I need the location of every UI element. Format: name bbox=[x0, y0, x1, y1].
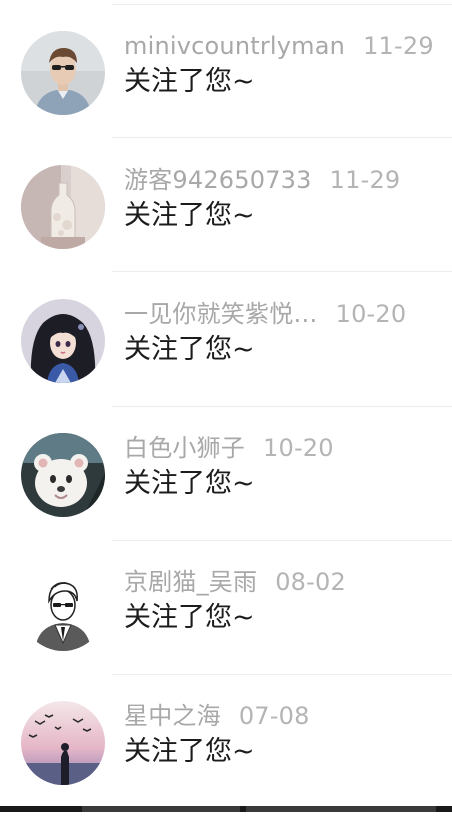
notification-item[interactable]: 白色小狮子 10-20 关注了您~ bbox=[0, 433, 452, 567]
notification-date: 11-29 bbox=[363, 32, 434, 60]
notification-meta: minivcountrlyman 11-29 bbox=[124, 31, 434, 61]
username[interactable]: 游客942650733 bbox=[124, 166, 312, 194]
notification-message: 关注了您~ bbox=[124, 66, 255, 97]
bottom-edge-segment bbox=[246, 806, 436, 812]
white-lion-avatar-image bbox=[21, 433, 105, 517]
user-avatar[interactable] bbox=[21, 299, 105, 383]
username[interactable]: 京剧猫_吴雨 bbox=[124, 568, 257, 596]
list-divider bbox=[112, 4, 452, 5]
notification-meta: 京剧猫_吴雨 08-02 bbox=[124, 567, 346, 597]
user-avatar[interactable] bbox=[21, 165, 105, 249]
bottom-edge-segment bbox=[82, 806, 240, 812]
list-divider bbox=[112, 540, 452, 541]
user-avatar[interactable] bbox=[21, 701, 105, 785]
username[interactable]: 一见你就笑紫悦… bbox=[124, 300, 318, 328]
notification-item[interactable]: minivcountrlyman 11-29 关注了您~ bbox=[0, 31, 452, 165]
notification-message: 关注了您~ bbox=[124, 736, 255, 767]
notification-message: 关注了您~ bbox=[124, 602, 255, 633]
sketch-man-avatar-image bbox=[21, 567, 105, 651]
notification-date: 10-20 bbox=[335, 300, 407, 328]
notification-date: 08-02 bbox=[275, 568, 346, 596]
notification-item[interactable]: 京剧猫_吴雨 08-02 关注了您~ bbox=[0, 567, 452, 701]
list-divider bbox=[112, 674, 452, 675]
list-divider bbox=[112, 137, 452, 138]
notification-date: 07-08 bbox=[238, 702, 310, 730]
user-avatar[interactable] bbox=[21, 31, 105, 115]
user-avatar[interactable] bbox=[21, 433, 105, 517]
user-avatar[interactable] bbox=[21, 567, 105, 651]
list-divider bbox=[112, 406, 452, 407]
notification-meta: 一见你就笑紫悦… 10-20 bbox=[124, 299, 406, 329]
man-sunglasses-avatar-image bbox=[21, 31, 105, 115]
notification-date: 11-29 bbox=[329, 166, 401, 194]
username[interactable]: 白色小狮子 bbox=[124, 434, 245, 462]
notification-item[interactable]: 星中之海 07-08 关注了您~ bbox=[0, 701, 452, 835]
notification-meta: 白色小狮子 10-20 bbox=[124, 433, 334, 463]
notification-item[interactable]: 游客942650733 11-29 关注了您~ bbox=[0, 165, 452, 299]
notification-meta: 游客942650733 11-29 bbox=[124, 165, 400, 195]
notification-item[interactable]: 一见你就笑紫悦… 10-20 关注了您~ bbox=[0, 299, 452, 433]
notification-message: 关注了您~ bbox=[124, 200, 255, 231]
bottom-edge-bar bbox=[0, 806, 452, 812]
list-divider bbox=[112, 271, 452, 272]
notification-message: 关注了您~ bbox=[124, 468, 255, 499]
notification-date: 10-20 bbox=[263, 434, 334, 462]
candle-bottle-avatar-image bbox=[21, 165, 105, 249]
notification-message: 关注了您~ bbox=[124, 334, 255, 365]
username[interactable]: minivcountrlyman bbox=[124, 32, 345, 60]
anime-girl-avatar-image bbox=[21, 299, 105, 383]
username[interactable]: 星中之海 bbox=[124, 702, 221, 730]
sunset-birds-avatar-image bbox=[21, 701, 105, 785]
notification-meta: 星中之海 07-08 bbox=[124, 701, 310, 731]
